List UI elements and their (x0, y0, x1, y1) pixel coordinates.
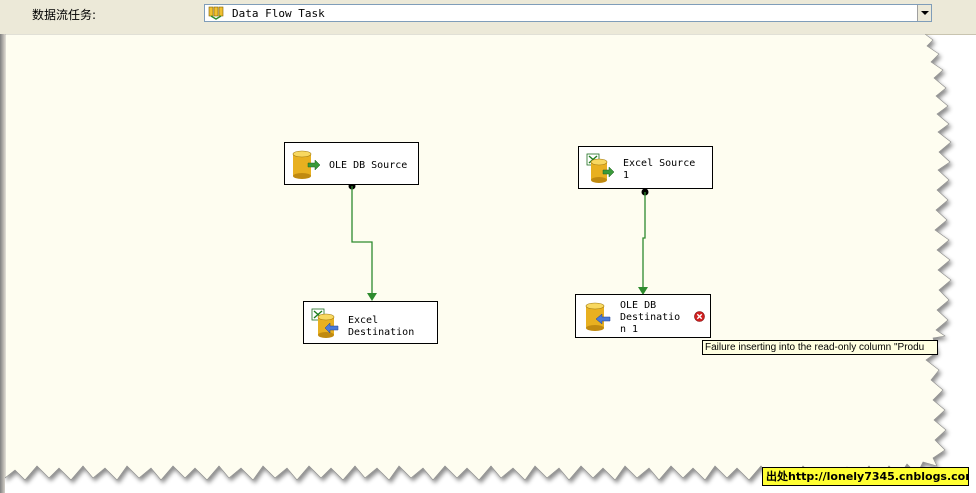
error-circle-icon[interactable] (694, 311, 705, 322)
canvas-graphics (5, 34, 952, 481)
component-label: Excel Source 1 (623, 158, 696, 181)
ole-db-destination-component[interactable]: OLE DB Destinatio n 1 (575, 294, 711, 338)
component-label: Excel Destination (348, 315, 415, 338)
data-flow-task-select[interactable]: Data Flow Task (204, 4, 932, 22)
data-flow-task-icon (208, 6, 224, 20)
excel-sheet-icon (311, 308, 339, 338)
ssis-designer-window: 数据流任务: Data Flow Task OLE DB Source Exce… (0, 0, 976, 493)
toolbar: 数据流任务: Data Flow Task (0, 0, 976, 35)
excel-destination-component[interactable]: Excel Destination (303, 301, 438, 344)
chevron-down-icon[interactable] (917, 5, 931, 21)
design-surface[interactable] (5, 34, 976, 493)
component-label: OLE DB Source (329, 160, 408, 171)
ole-db-source-component[interactable]: OLE DB Source (284, 142, 419, 185)
excel-source-component[interactable]: Excel Source 1 (578, 146, 713, 189)
source-watermark: 出处http://lonely7345.cnblogs.com (762, 467, 969, 486)
excel-sheet-icon (586, 153, 615, 183)
database-cylinder-icon (585, 302, 611, 331)
torn-canvas-background (5, 34, 952, 481)
component-label: OLE DB Destinatio n 1 (620, 300, 681, 335)
data-flow-task-value: Data Flow Task (232, 7, 325, 20)
error-tooltip: Failure inserting into the read-only col… (702, 340, 938, 355)
data-flow-task-label: 数据流任务: (32, 8, 97, 22)
database-cylinder-icon (292, 150, 321, 179)
